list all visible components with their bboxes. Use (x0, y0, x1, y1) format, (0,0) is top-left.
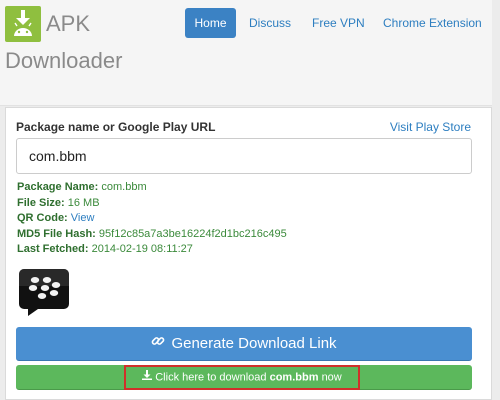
info-key: File Size: (17, 196, 65, 209)
download-prefix: Click here to download (155, 371, 267, 384)
nav-home[interactable]: Home (185, 8, 236, 38)
info-value: 16 MB (67, 196, 100, 209)
info-row-md5: MD5 File Hash: 95f12c85a7a3be16224f2d1bc… (17, 227, 287, 243)
download-button[interactable]: Click here to download com.bbm now (16, 365, 472, 390)
download-suffix: now (321, 371, 342, 384)
brand-name: APK (46, 11, 91, 36)
info-value: com.bbm (101, 181, 147, 193)
generate-label: Generate Download Link (171, 335, 337, 352)
info-key: Package Name: (17, 181, 99, 193)
info-value: 95f12c85a7a3be16224f2d1bc216c495 (98, 227, 287, 240)
nav-discuss[interactable]: Discuss (249, 8, 291, 38)
info-key: QR Code: (17, 212, 68, 224)
info-key: MD5 File Hash: (17, 227, 96, 240)
info-row-last-fetched: Last Fetched: 2014-02-19 08:11:27 (17, 242, 287, 258)
nav-chrome-extension[interactable]: Chrome Extension (383, 8, 482, 38)
visit-play-store-link[interactable]: Visit Play Store (390, 120, 471, 134)
header: APK Downloader Home Discuss Free VPN Chr… (0, 0, 500, 106)
download-highlight-box[interactable]: Click here to download com.bbm now (124, 365, 360, 390)
nav-free-vpn[interactable]: Free VPN (312, 8, 365, 38)
package-input[interactable]: com.bbm (16, 138, 472, 174)
qr-view-link[interactable]: View (71, 212, 95, 224)
downloader-panel: Package name or Google Play URL Visit Pl… (5, 107, 492, 400)
info-row-qr-code: QR Code: View (17, 211, 287, 227)
info-key: Last Fetched: (17, 243, 89, 255)
download-icon (142, 367, 153, 388)
download-package: com.bbm (269, 371, 319, 384)
package-info: Package Name: com.bbm File Size: 16 MB Q… (17, 180, 287, 258)
android-download-icon[interactable] (5, 6, 41, 42)
info-value: 2014-02-19 08:11:27 (91, 243, 193, 255)
info-row-package-name: Package Name: com.bbm (17, 180, 287, 196)
package-field-label: Package name or Google Play URL (16, 120, 216, 134)
info-row-file-size: File Size: 16 MB (17, 196, 287, 212)
link-icon (151, 327, 165, 361)
brand-subtitle: Downloader (5, 48, 123, 73)
scrollbar[interactable] (492, 0, 500, 400)
generate-download-link-button[interactable]: Generate Download Link (16, 327, 472, 361)
blackberry-messenger-icon (18, 267, 70, 317)
